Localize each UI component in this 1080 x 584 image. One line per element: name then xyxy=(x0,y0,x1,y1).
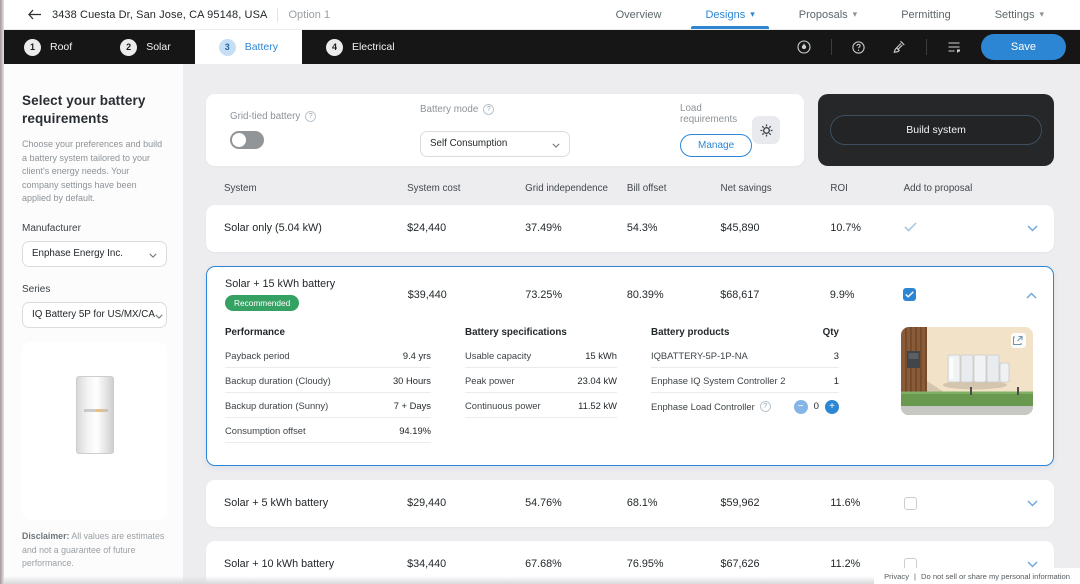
series-select[interactable]: IQ Battery 5P for US/MX/CA xyxy=(22,302,167,328)
checkmark-icon xyxy=(904,219,1002,237)
battery-sidebar: Select your battery requirements Choose … xyxy=(0,64,184,584)
col-bill-offset: Bill offset xyxy=(627,183,721,196)
systems-table-header: System System cost Grid independence Bil… xyxy=(206,166,1054,205)
plus-icon[interactable]: + xyxy=(825,400,839,414)
chevron-down-icon: ▾ xyxy=(853,10,858,19)
back-arrow-icon[interactable] xyxy=(28,9,42,20)
nav-permitting[interactable]: Permitting xyxy=(879,0,973,29)
do-not-sell-link[interactable]: Do not sell or share my personal informa… xyxy=(921,572,1070,581)
table-row[interactable]: Solar only (5.04 kW) $24,440 37.49% 54.3… xyxy=(206,205,1054,252)
sidebar-title: Select your battery requirements xyxy=(22,92,167,127)
info-icon[interactable]: ? xyxy=(760,401,771,412)
system-row-5kwh: Solar + 5 kWh battery $29,440 54.76% 68.… xyxy=(206,480,1054,527)
col-net-savings: Net savings xyxy=(721,183,831,196)
grid-tied-label: Grid-tied battery ? xyxy=(230,111,420,122)
add-to-proposal-checkbox[interactable] xyxy=(904,497,917,510)
chevron-down-icon: ▾ xyxy=(1039,10,1044,19)
save-button[interactable]: Save xyxy=(981,34,1066,60)
privacy-link[interactable]: Privacy xyxy=(884,572,909,581)
target-icon[interactable] xyxy=(791,34,817,60)
build-system-button[interactable]: Build system xyxy=(830,115,1042,145)
divider xyxy=(277,8,278,22)
step-electrical[interactable]: 4 Electrical xyxy=(302,30,419,64)
table-row[interactable]: Solar + 15 kWh battery Recommended $39,4… xyxy=(207,267,1053,323)
battery-products-section: Battery products Qty IQBATTERY-5P-1P-NA3… xyxy=(651,327,839,443)
divider xyxy=(831,39,832,55)
step-battery[interactable]: 3 Battery xyxy=(195,30,302,64)
col-grid-independence: Grid independence xyxy=(525,183,627,196)
gear-icon[interactable] xyxy=(752,116,780,144)
nav-proposals[interactable]: Proposals ▾ xyxy=(777,0,879,29)
load-controller-stepper: − 0 + xyxy=(794,400,839,414)
system-row-solar-only: Solar only (5.04 kW) $24,440 37.49% 54.3… xyxy=(206,205,1054,252)
battery-preview-card xyxy=(22,342,167,520)
disclaimer-text: Disclaimer: All values are estimates and… xyxy=(22,530,167,570)
info-icon[interactable]: ? xyxy=(483,104,494,115)
divider xyxy=(926,39,927,55)
load-requirements-label: Load requirements xyxy=(680,103,752,125)
chevron-down-icon[interactable] xyxy=(1027,219,1038,237)
chevron-down-icon xyxy=(155,306,163,324)
add-to-proposal-checkbox[interactable] xyxy=(903,288,916,301)
chevron-down-icon xyxy=(149,245,157,263)
qty-header: Qty xyxy=(823,327,839,338)
recommended-badge: Recommended xyxy=(225,295,299,311)
privacy-footer: Privacy | Do not sell or share my person… xyxy=(874,568,1080,584)
manufacturer-select[interactable]: Enphase Energy Inc. xyxy=(22,241,167,267)
chevron-down-icon: ▾ xyxy=(750,10,755,19)
project-address: 3438 Cuesta Dr, San Jose, CA 95148, USA xyxy=(52,9,267,21)
chevron-up-icon[interactable] xyxy=(1026,286,1037,304)
manage-button[interactable]: Manage xyxy=(680,134,752,157)
nav-overview[interactable]: Overview xyxy=(594,0,684,29)
battery-controls-card: Grid-tied battery ? Battery mode ? Self … xyxy=(206,94,804,166)
col-system-cost: System cost xyxy=(407,183,525,196)
col-add-to-proposal: Add to proposal xyxy=(904,183,1002,196)
system-details: Performance Payback period9.4 yrs Backup… xyxy=(207,323,1053,465)
design-option-label[interactable]: Option 1 xyxy=(288,9,330,21)
table-row[interactable]: Solar + 5 kWh battery $29,440 54.76% 68.… xyxy=(206,480,1054,527)
step-bar: 1 Roof 2 Solar 3 Battery 4 Electrical xyxy=(0,30,1080,64)
col-roi: ROI xyxy=(830,183,903,196)
step-solar[interactable]: 2 Solar xyxy=(96,30,195,64)
series-label: Series xyxy=(22,284,167,295)
system-row-15kwh: Solar + 15 kWh battery Recommended $39,4… xyxy=(206,266,1054,466)
minus-icon[interactable]: − xyxy=(794,400,808,414)
grid-tied-toggle[interactable] xyxy=(230,131,264,149)
primary-nav: Overview Designs ▾ Proposals ▾ Permittin… xyxy=(594,0,1066,29)
col-system: System xyxy=(224,183,407,196)
help-icon[interactable] xyxy=(846,34,872,60)
chevron-down-icon xyxy=(552,135,560,153)
info-icon[interactable]: ? xyxy=(305,111,316,122)
sidebar-description: Choose your preferences and build a batt… xyxy=(22,138,167,206)
manufacturer-label: Manufacturer xyxy=(22,223,167,234)
build-system-card: Build system xyxy=(818,94,1054,166)
battery-mode-label: Battery mode ? xyxy=(420,104,680,115)
performance-section: Performance Payback period9.4 yrs Backup… xyxy=(225,327,431,443)
nav-designs[interactable]: Designs ▾ xyxy=(683,0,776,29)
battery-specs-section: Battery specifications Usable capacity15… xyxy=(465,327,617,443)
chevron-down-icon[interactable] xyxy=(1027,494,1038,512)
nav-settings[interactable]: Settings ▾ xyxy=(973,0,1066,29)
battery-mode-select[interactable]: Self Consumption xyxy=(420,131,570,157)
system-render-image xyxy=(901,327,1033,443)
main-panel: Grid-tied battery ? Battery mode ? Self … xyxy=(184,64,1080,584)
broom-icon[interactable] xyxy=(886,34,912,60)
battery-product-image xyxy=(76,376,114,454)
top-bar: 3438 Cuesta Dr, San Jose, CA 95148, USA … xyxy=(0,0,1080,30)
step-roof[interactable]: 1 Roof xyxy=(0,30,96,64)
feedback-icon[interactable] xyxy=(941,34,967,60)
